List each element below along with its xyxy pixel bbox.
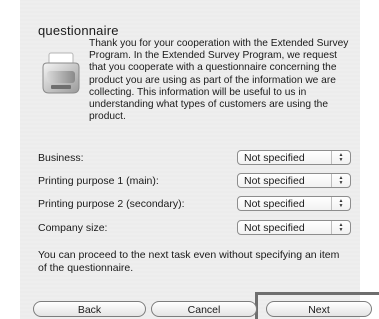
intro-text: Thank you for your cooperation with the … <box>89 38 349 123</box>
select-value: Not specified <box>244 198 305 210</box>
field-printing-purpose-1: Printing purpose 1 (main): Not specified… <box>38 173 352 189</box>
back-button[interactable]: Back <box>33 301 146 317</box>
business-select[interactable]: Not specified ▲ ▼ <box>237 150 351 165</box>
field-business: Business: Not specified ▲ ▼ <box>38 150 352 166</box>
up-down-arrows-icon: ▲ ▼ <box>331 151 350 164</box>
select-value: Not specified <box>244 152 305 164</box>
field-printing-purpose-2: Printing purpose 2 (secondary): Not spec… <box>38 196 352 212</box>
note-text: You can proceed to the next task even wi… <box>38 249 340 274</box>
next-button[interactable]: Next <box>266 301 372 317</box>
dialog-title: questionnaire <box>38 23 119 38</box>
select-value: Not specified <box>244 222 305 234</box>
select-value: Not specified <box>244 175 305 187</box>
field-company-size: Company size: Not specified ▲ ▼ <box>38 220 352 236</box>
field-label: Company size: <box>38 222 108 234</box>
field-label: Printing purpose 2 (secondary): <box>38 198 185 210</box>
cancel-button[interactable]: Cancel <box>151 301 257 317</box>
company-size-select[interactable]: Not specified ▲ ▼ <box>237 220 351 235</box>
up-down-arrows-icon: ▲ ▼ <box>331 174 350 187</box>
up-down-arrows-icon: ▲ ▼ <box>331 221 350 234</box>
printing-purpose-2-select[interactable]: Not specified ▲ ▼ <box>237 196 351 211</box>
field-label: Business: <box>38 152 84 164</box>
up-down-arrows-icon: ▲ ▼ <box>331 197 350 210</box>
printer-app-icon <box>42 52 80 94</box>
field-label: Printing purpose 1 (main): <box>38 175 159 187</box>
printing-purpose-1-select[interactable]: Not specified ▲ ▼ <box>237 173 351 188</box>
